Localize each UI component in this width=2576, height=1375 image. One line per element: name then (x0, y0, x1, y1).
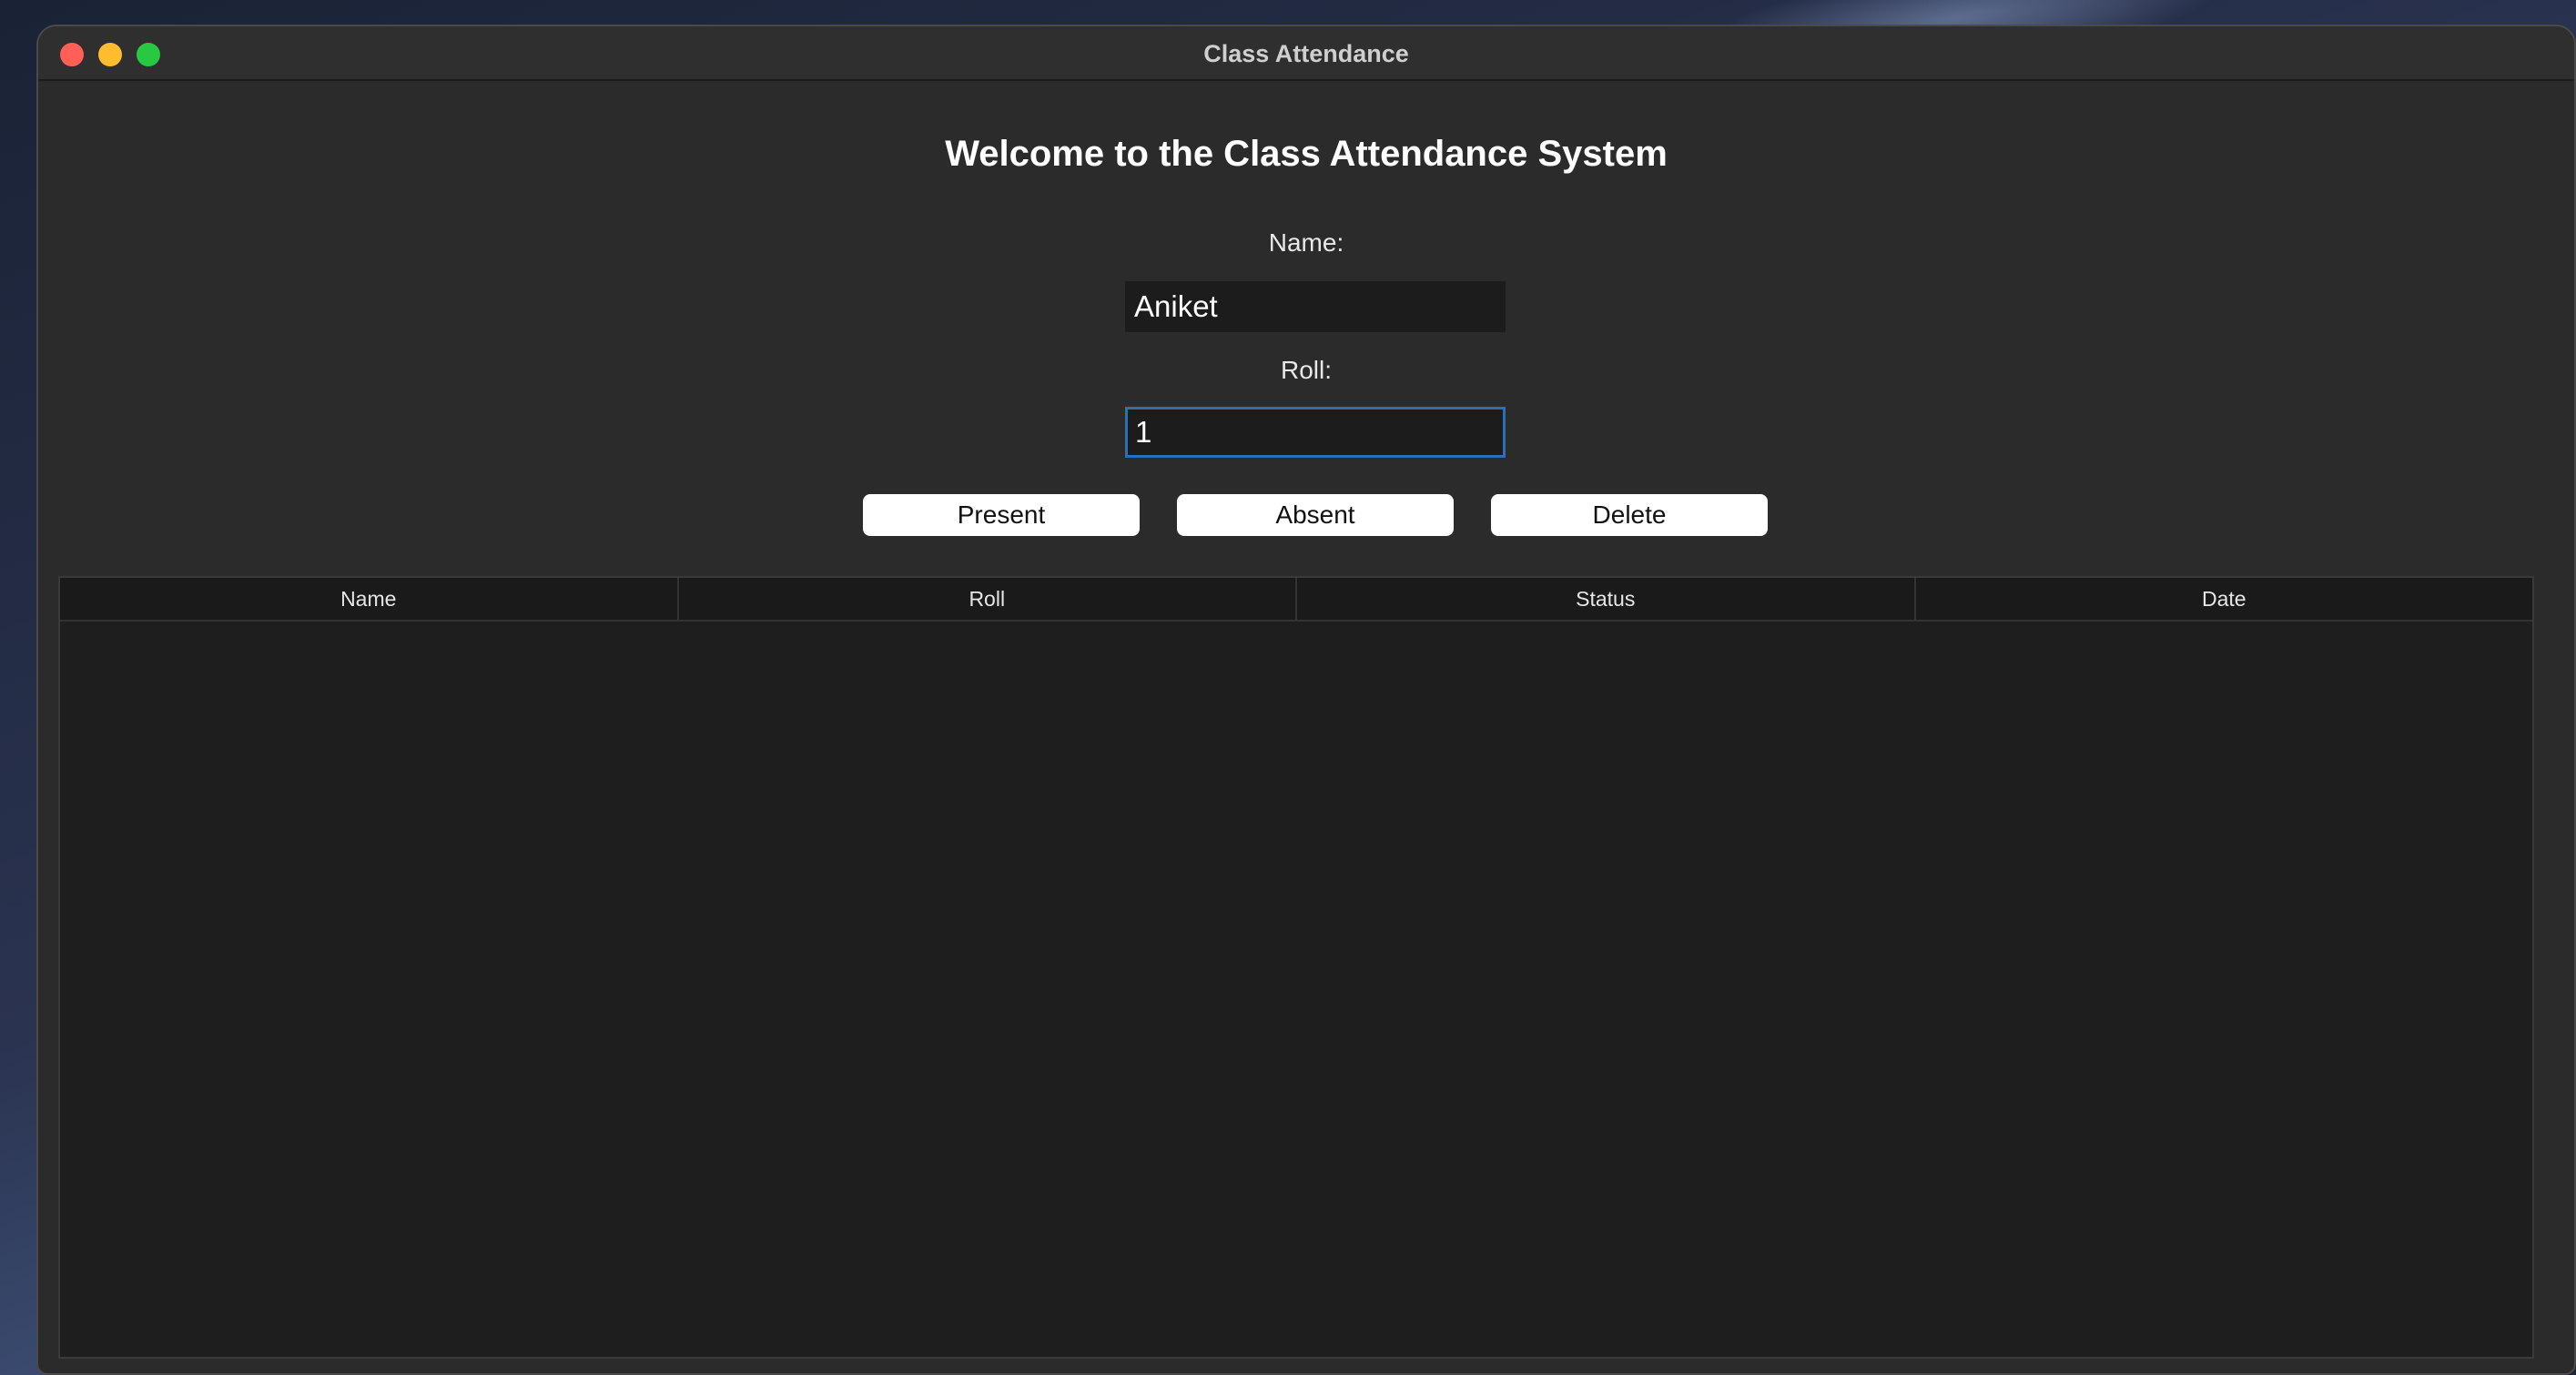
column-header-name[interactable]: Name (60, 578, 679, 620)
name-label: Name: (1268, 228, 1344, 257)
table-body[interactable] (60, 622, 2532, 1357)
page-title: Welcome to the Class Attendance System (945, 134, 1668, 174)
name-input[interactable] (1125, 281, 1506, 332)
column-header-date[interactable]: Date (1916, 578, 2533, 620)
app-window: Class Attendance Welcome to the Class At… (36, 25, 2576, 1375)
window-title: Class Attendance (1203, 40, 1409, 67)
column-header-roll[interactable]: Roll (679, 578, 1297, 620)
table-header: Name Roll Status Date (60, 578, 2532, 622)
roll-input[interactable] (1125, 407, 1506, 458)
absent-button[interactable]: Absent (1177, 494, 1454, 536)
delete-button[interactable]: Delete (1491, 494, 1768, 536)
attendance-table[interactable]: Name Roll Status Date (58, 576, 2534, 1359)
column-header-status[interactable]: Status (1297, 578, 1916, 620)
roll-label: Roll: (1280, 356, 1332, 384)
present-button[interactable]: Present (863, 494, 1140, 536)
title-bar: Class Attendance (38, 26, 2574, 81)
